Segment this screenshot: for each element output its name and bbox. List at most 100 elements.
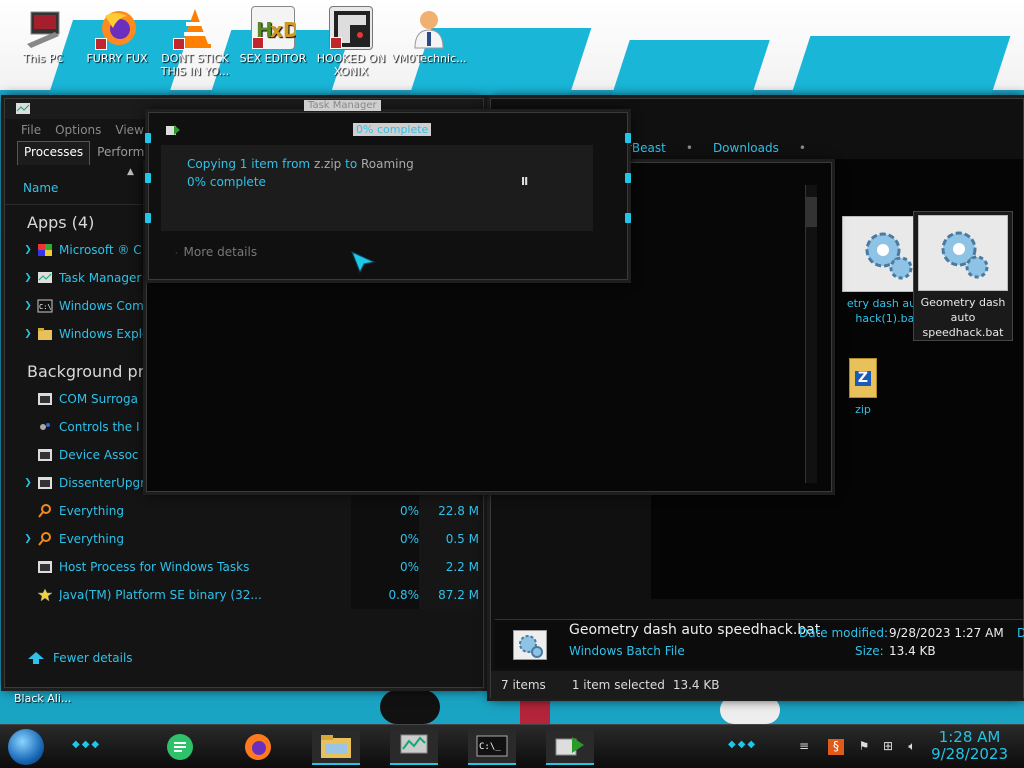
details-pane: Geometry dash auto speedhack.bat Windows… bbox=[495, 619, 1024, 669]
gear-file-icon bbox=[513, 630, 547, 660]
copy-progress-window[interactable]: 0% complete Copying 1 item from z.zip to… bbox=[145, 112, 631, 280]
taskbar-app-firefox[interactable] bbox=[234, 729, 282, 765]
status-selected: 1 item selected bbox=[571, 678, 665, 692]
flag-icon[interactable]: ⚑ bbox=[856, 739, 872, 755]
taskbar-clock[interactable]: 1:28 AM 9/28/2023 bbox=[931, 729, 1008, 763]
taskbar-app-notes[interactable] bbox=[156, 729, 204, 765]
process-name: Everything bbox=[59, 504, 124, 518]
window-app-icon bbox=[37, 560, 53, 574]
desktop-icon-label: HOOKED ON XONIX bbox=[316, 52, 386, 78]
expand-arrow-icon[interactable]: ❯ bbox=[19, 273, 37, 283]
scrollbar-thumb[interactable] bbox=[806, 197, 817, 227]
background-window-title: Task Manager bbox=[304, 100, 381, 111]
vertical-scrollbar[interactable] bbox=[805, 185, 817, 483]
copy-description: Copying 1 item from z.zip to Roaming bbox=[187, 157, 414, 171]
column-name[interactable]: Name bbox=[23, 181, 58, 195]
breadcrumb: rBeast • Downloads • bbox=[627, 141, 806, 155]
breadcrumb-item[interactable]: rBeast bbox=[627, 141, 666, 155]
command-prompt-icon: C:\ bbox=[37, 299, 53, 313]
desktop-icon-furry-fux[interactable]: FURRY FUX bbox=[78, 6, 156, 65]
expand-arrow-icon[interactable]: ❯ bbox=[19, 534, 37, 544]
network-icon[interactable]: ⊞ bbox=[880, 739, 896, 755]
firefox-icon bbox=[245, 734, 271, 760]
process-cpu: 0% bbox=[351, 525, 419, 553]
copy-progress-panel: Copying 1 item from z.zip to Roaming 0% … bbox=[161, 145, 593, 231]
clock-time: 1:28 AM bbox=[938, 728, 1001, 746]
menu-file[interactable]: File bbox=[21, 123, 41, 137]
tray-menu-icon[interactable]: ≡ bbox=[796, 739, 812, 755]
desktop-icon-vlc[interactable]: DONT STICK THIS IN YO... bbox=[156, 6, 234, 78]
process-name: Host Process for Windows Tasks bbox=[59, 560, 250, 574]
sort-arrow-icon: ▲ bbox=[127, 167, 134, 177]
start-orb-button[interactable] bbox=[8, 729, 44, 765]
desktop-icon-this-pc[interactable]: This PC bbox=[4, 6, 82, 65]
taskbar-app-file-copy[interactable] bbox=[546, 729, 594, 765]
svg-text:C:\: C:\ bbox=[39, 303, 52, 311]
collapse-up-arrow-icon bbox=[28, 652, 44, 664]
process-cpu: 0% bbox=[351, 497, 419, 525]
taskbar-app-command-prompt[interactable]: C:\_ bbox=[468, 729, 516, 765]
details-size-label: Size: bbox=[855, 644, 884, 658]
copy-window-title: 0% complete bbox=[353, 123, 432, 136]
taskbar-decoration: ◆◆◆ bbox=[72, 739, 102, 750]
process-memory: 0.5 M bbox=[419, 525, 479, 553]
svg-text:C:\_: C:\_ bbox=[479, 742, 501, 752]
copy-transfer-icon bbox=[555, 737, 584, 756]
breadcrumb-separator-icon: • bbox=[798, 141, 806, 155]
details-size-value: 13.4 KB bbox=[889, 644, 936, 658]
details-filename: Geometry dash auto speedhack.bat bbox=[569, 622, 821, 638]
green-notes-icon bbox=[167, 734, 193, 760]
copy-progress-text: 0% complete bbox=[187, 175, 266, 189]
taskbar-app-file-explorer[interactable] bbox=[312, 729, 360, 765]
fewer-details-button[interactable]: Fewer details bbox=[27, 651, 133, 665]
details-extra-column: D bbox=[1017, 626, 1024, 640]
desktop-icon-label: DONT STICK THIS IN YO... bbox=[160, 52, 230, 78]
window-app-icon bbox=[37, 476, 53, 490]
fewer-details-label: Fewer details bbox=[53, 651, 133, 665]
process-memory: 87.2 M bbox=[419, 581, 479, 609]
task-manager-icon bbox=[16, 103, 30, 114]
menu-view[interactable]: View bbox=[115, 123, 143, 137]
tab-processes[interactable]: Processes bbox=[17, 141, 91, 165]
breadcrumb-item[interactable]: Downloads bbox=[713, 141, 779, 155]
expand-arrow-icon[interactable]: ❯ bbox=[19, 478, 37, 488]
window-app-icon bbox=[37, 392, 53, 406]
menu-options[interactable]: Options bbox=[55, 123, 101, 137]
status-selected-size: 13.4 KB bbox=[672, 678, 720, 692]
expand-arrow-icon[interactable]: ❯ bbox=[19, 245, 37, 255]
svg-text:xD: xD bbox=[270, 18, 296, 42]
expand-arrow-icon[interactable]: ❯ bbox=[19, 329, 37, 339]
more-details-button[interactable]: · More details bbox=[175, 245, 257, 259]
pause-button[interactable]: II bbox=[521, 175, 528, 188]
process-row[interactable]: Everything 0% 22.8 M bbox=[5, 497, 483, 525]
desktop-icon-label: SEX EDITOR bbox=[239, 52, 307, 65]
process-cpu: 0% bbox=[351, 553, 419, 581]
zip-archive-icon: Z bbox=[849, 358, 877, 398]
desktop-icon-label[interactable]: Black Ali... bbox=[14, 692, 71, 705]
taskbar-app-task-manager[interactable] bbox=[390, 729, 438, 765]
folder-icon bbox=[37, 327, 53, 341]
process-memory: 2.2 M bbox=[419, 553, 479, 581]
status-item-count: 7 items bbox=[501, 678, 546, 692]
process-row[interactable]: Java(TM) Platform SE binary (32... 0.8% … bbox=[5, 581, 483, 609]
desktop-icon-hooked-on-xonix[interactable]: HOOKED ON XONIX bbox=[312, 6, 390, 78]
expand-chevron-icon: · bbox=[175, 249, 178, 258]
process-row[interactable]: Host Process for Windows Tasks 0% 2.2 M bbox=[5, 553, 483, 581]
expand-arrow-icon[interactable]: ❯ bbox=[19, 301, 37, 311]
search-magnifier-icon bbox=[37, 504, 53, 518]
desktop-icon-sex-editor[interactable]: HxD SEX EDITOR bbox=[234, 6, 312, 65]
office-app-icon bbox=[37, 243, 53, 257]
firefox-icon bbox=[95, 6, 139, 50]
file-tile-label: zip bbox=[855, 403, 871, 416]
taskbar-decoration: ◆◆◆ bbox=[728, 739, 758, 750]
process-cpu: 0.8% bbox=[351, 581, 419, 609]
window-app-icon bbox=[37, 448, 53, 462]
desktop-icon-vm0technic[interactable]: VM0Technic... bbox=[390, 6, 468, 65]
file-tile-selected[interactable]: Geometry dash auto speedhack.bat bbox=[913, 211, 1013, 341]
volume-icon[interactable]: 🔈︎ bbox=[904, 739, 920, 755]
tray-ime-icon[interactable]: § bbox=[828, 739, 844, 755]
file-tile[interactable]: Z zip bbox=[837, 355, 889, 417]
desktop-icon-label: FURRY FUX bbox=[86, 52, 148, 65]
details-modified-label: Date modified: bbox=[799, 626, 889, 640]
process-row[interactable]: ❯ Everything 0% 0.5 M bbox=[5, 525, 483, 553]
